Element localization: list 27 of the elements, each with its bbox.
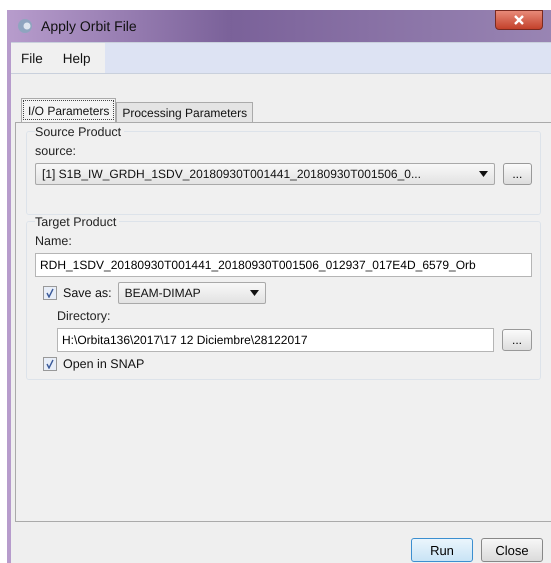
action-button[interactable]: Close bbox=[481, 538, 543, 562]
name-field[interactable]: RDH_1SDV_20180930T001441_20180930T001506_012937_017E4D_6579_Orb bbox=[35, 253, 532, 277]
checkbox-label: Open in SNAP bbox=[63, 357, 144, 371]
tab[interactable]: Processing Parameters bbox=[116, 102, 254, 122]
field-label: Name: bbox=[35, 234, 73, 248]
browse-button[interactable]: ... bbox=[502, 329, 532, 351]
checkbox-label: Save as: bbox=[63, 286, 112, 300]
group-title: Source Product bbox=[35, 125, 124, 139]
checkbox[interactable] bbox=[43, 357, 57, 371]
close-button[interactable] bbox=[495, 10, 543, 30]
group-title: Target Product bbox=[35, 215, 120, 229]
format-dropdown[interactable]: BEAM-DIMAP bbox=[118, 282, 266, 304]
window-title: Apply Orbit File bbox=[41, 18, 137, 34]
field-label: Directory: bbox=[57, 309, 112, 323]
menu-item[interactable]: File bbox=[19, 50, 45, 66]
app-logo-icon bbox=[17, 18, 33, 34]
source-dropdown[interactable]: [1] S1B_IW_GRDH_1SDV_20180930T001441_20180930T001506_0... bbox=[35, 163, 495, 185]
action-button[interactable]: Run bbox=[411, 538, 473, 562]
field-label: source: bbox=[35, 144, 77, 158]
directory-field[interactable]: H:\Orbita136\2017\17 12 Diciembre\28122017 bbox=[57, 328, 494, 352]
caret-icon bbox=[478, 171, 488, 177]
browse-button[interactable]: ... bbox=[502, 163, 532, 185]
tab[interactable]: I/O Parameters bbox=[21, 98, 116, 122]
caret-icon bbox=[250, 290, 259, 296]
menu-item[interactable]: Help bbox=[60, 50, 93, 66]
checkbox[interactable] bbox=[43, 286, 57, 300]
close-icon bbox=[513, 14, 525, 26]
